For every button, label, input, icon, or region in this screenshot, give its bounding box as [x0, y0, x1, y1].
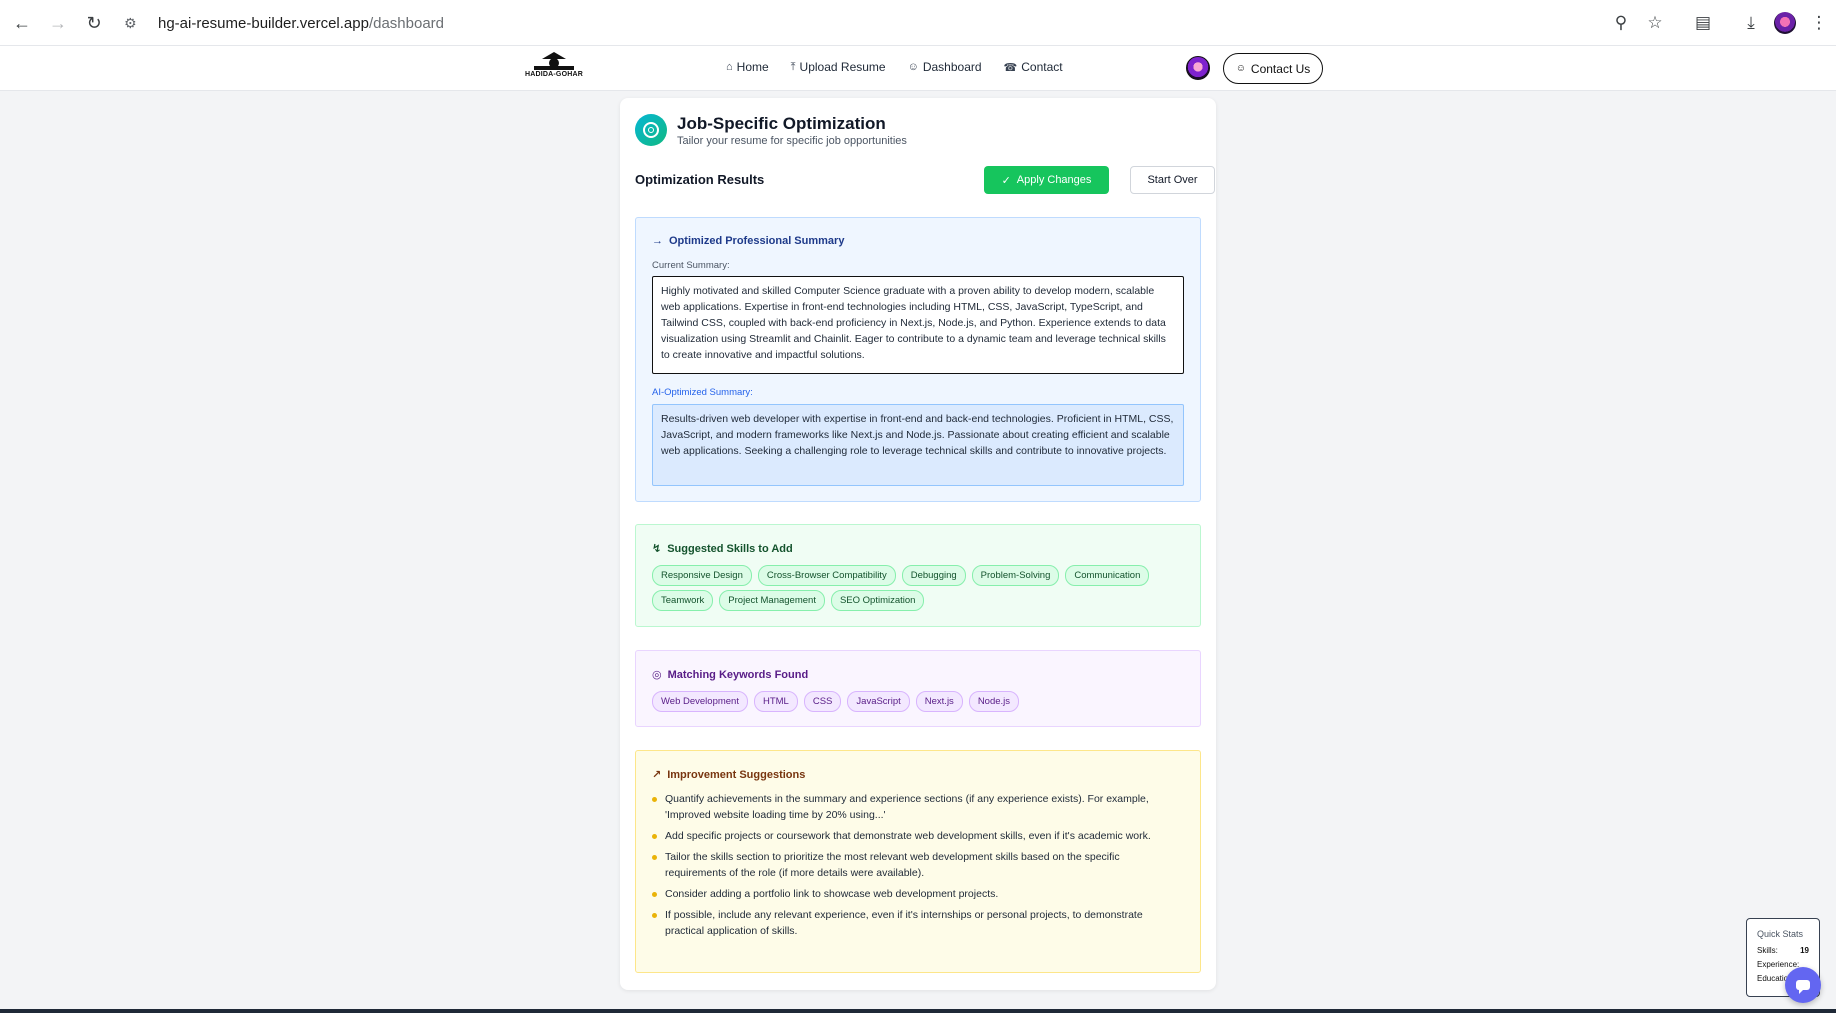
nav-upload-link[interactable]: ⤒ Upload Resume — [791, 60, 886, 74]
download-icon[interactable]: ⤓ — [1734, 6, 1768, 40]
list-item: If possible, include any relevant experi… — [652, 907, 1182, 939]
quick-stats-title: Quick Stats — [1757, 929, 1804, 939]
page-title: Job-Specific Optimization — [677, 114, 886, 133]
bookmark-star-icon[interactable]: ☆ — [1638, 6, 1672, 40]
ai-summary-label: AI-Optimized Summary: — [652, 387, 753, 398]
menu-kebab-icon[interactable]: ⋮ — [1802, 6, 1836, 40]
skill-chip: Debugging — [901, 565, 966, 586]
skills-stat-value: 19 — [1800, 946, 1809, 955]
skills-chip-list: Responsive Design Cross-Browser Compatib… — [652, 565, 1192, 611]
improvement-suggestions-section: ↗ Improvement Suggestions Quantify achie… — [635, 750, 1201, 973]
skill-chip: Teamwork — [652, 590, 714, 611]
profile-avatar[interactable] — [1768, 6, 1802, 40]
user-icon: ☺ — [1235, 63, 1246, 74]
current-summary-label: Current Summary: — [652, 260, 730, 271]
contact-us-label: Contact Us — [1250, 61, 1311, 76]
arrow-right-icon: → — [652, 235, 663, 247]
nav-contact-label: Contact — [1021, 60, 1063, 74]
card-header: Job-Specific Optimization Tailor your re… — [635, 114, 907, 147]
keyword-chip: Node.js — [968, 691, 1020, 712]
trending-up-icon: ↗ — [652, 769, 662, 781]
graduate-logo-icon — [532, 52, 576, 70]
keyword-chip: Web Development — [652, 691, 748, 712]
main-nav: ⌂ Home ⤒ Upload Resume ☺ Dashboard ☎ Contact — [726, 60, 1063, 74]
logo-text: HADIDA-GOHAR — [524, 71, 583, 78]
improvements-title: ↗ Improvement Suggestions — [652, 768, 806, 782]
ai-summary-text: Results-driven web developer with expert… — [652, 404, 1184, 486]
skills-title: ↯ Suggested Skills to Add — [652, 542, 793, 556]
check-icon: ✓ — [1001, 174, 1011, 187]
suggested-skills-section: ↯ Suggested Skills to Add Responsive Des… — [635, 524, 1201, 627]
skill-chip: Responsive Design — [652, 565, 752, 586]
summary-section: → Optimized Professional Summary Current… — [635, 217, 1201, 502]
user-avatar[interactable] — [1186, 56, 1210, 80]
keyword-chip: HTML — [753, 691, 798, 712]
target-icon — [635, 114, 667, 146]
skill-chip: Cross-Browser Compatibility — [757, 565, 896, 586]
nav-dashboard-link[interactable]: ☺ Dashboard — [908, 60, 982, 74]
nav-home-link[interactable]: ⌂ Home — [726, 60, 769, 74]
reload-icon[interactable]: ↻ — [76, 5, 112, 41]
improvements-title-text: Improvement Suggestions — [667, 768, 806, 781]
back-icon[interactable]: ← — [4, 5, 40, 41]
matching-keywords-section: ◎ Matching Keywords Found Web Developmen… — [635, 650, 1201, 727]
nav-dashboard-label: Dashboard — [922, 60, 982, 74]
current-summary-text: Highly motivated and skilled Computer Sc… — [652, 276, 1184, 374]
extensions-icon[interactable]: ▤ — [1686, 6, 1720, 40]
skills-stat-label: Skills: — [1757, 946, 1778, 955]
list-item: Tailor the skills section to prioritize … — [652, 849, 1182, 881]
skill-chip: SEO Optimization — [830, 590, 925, 611]
chat-icon — [1796, 980, 1810, 994]
skill-chip: Project Management — [719, 590, 825, 611]
start-over-button[interactable]: Start Over — [1130, 166, 1215, 194]
optimization-card: Job-Specific Optimization Tailor your re… — [620, 98, 1216, 990]
summary-title-text: Optimized Professional Summary — [669, 235, 845, 247]
page-subtitle: Tailor your resume for specific job oppo… — [677, 135, 907, 147]
bottom-edge — [0, 1009, 1836, 1013]
phone-icon: ☎ — [1003, 61, 1018, 74]
list-item: Consider adding a portfolio link to show… — [652, 886, 1182, 902]
summary-title: → Optimized Professional Summary — [652, 235, 844, 247]
results-title: Optimization Results — [635, 172, 765, 187]
site-settings-icon[interactable]: ⚙ — [124, 15, 148, 32]
skill-chip: Problem-Solving — [971, 565, 1060, 586]
browser-toolbar: ← → ↻ ⚙ hg-ai-resume-builder.vercel.app /… — [0, 0, 1836, 46]
apply-changes-button[interactable]: ✓ Apply Changes — [984, 166, 1109, 194]
keyword-chip: JavaScript — [847, 691, 910, 712]
site-header: HADIDA-GOHAR ⌂ Home ⤒ Upload Resume ☺ Dashb… — [0, 46, 1836, 91]
quick-stats-skills: Skills: 19 — [1757, 944, 1809, 958]
list-item: Add specific projects or coursework that… — [652, 828, 1182, 844]
zoom-icon[interactable]: ⚲ — [1604, 6, 1638, 40]
lightning-icon: ↯ — [652, 543, 662, 555]
url-path: /dashboard — [368, 14, 444, 32]
nav-home-label: Home — [736, 60, 769, 74]
keywords-title: ◎ Matching Keywords Found — [652, 668, 809, 682]
apply-changes-label: Apply Changes — [1016, 174, 1092, 186]
list-item: Quantify achievements in the summary and… — [652, 791, 1182, 823]
site-logo[interactable]: HADIDA-GOHAR — [524, 52, 584, 82]
suggestion-list: Quantify achievements in the summary and… — [652, 791, 1182, 944]
skill-chip: Communication — [1065, 565, 1150, 586]
user-icon: ☺ — [907, 61, 919, 73]
keyword-chip: Next.js — [915, 691, 963, 712]
nav-contact-link[interactable]: ☎ Contact — [1004, 60, 1063, 74]
results-toolbar: Optimization Results ✓ Apply Changes Sta… — [635, 166, 1215, 194]
address-bar[interactable]: ⚙ hg-ai-resume-builder.vercel.app/dashbo… — [124, 8, 1614, 38]
keywords-chip-list: Web Development HTML CSS JavaScript Next… — [652, 691, 1192, 712]
chat-button[interactable] — [1785, 967, 1821, 1003]
skills-title-text: Suggested Skills to Add — [667, 542, 793, 555]
nav-upload-label: Upload Resume — [799, 60, 886, 74]
target-small-icon: ◎ — [652, 669, 662, 681]
keyword-chip: CSS — [803, 691, 842, 712]
keywords-title-text: Matching Keywords Found — [667, 668, 809, 681]
url-host: hg-ai-resume-builder.vercel.app — [158, 14, 369, 32]
home-icon: ⌂ — [726, 61, 733, 73]
forward-icon[interactable]: → — [40, 5, 76, 41]
contact-us-button[interactable]: ☺ Contact Us — [1223, 53, 1323, 84]
upload-icon: ⤒ — [790, 60, 796, 73]
